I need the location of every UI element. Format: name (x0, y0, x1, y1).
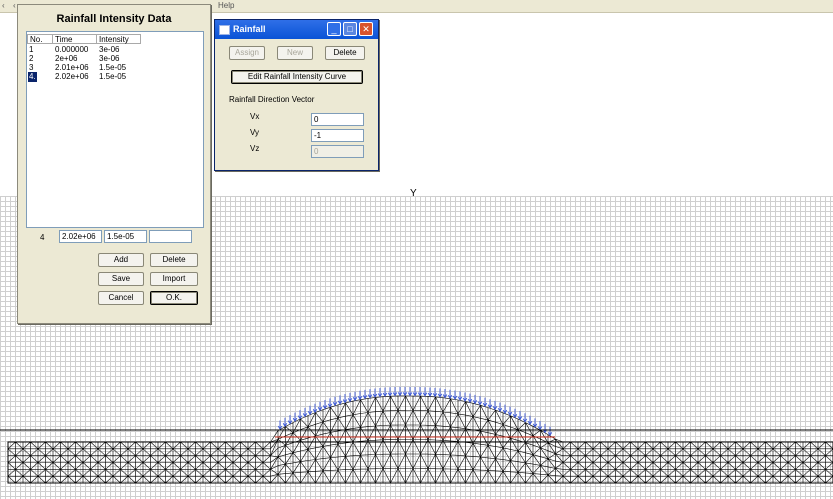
rain-arrow (307, 405, 313, 416)
import-button[interactable]: Import (150, 272, 198, 286)
rain-arrow (542, 423, 548, 434)
rain-arrow (517, 410, 523, 421)
rain-arrow (392, 387, 398, 397)
rain-arrow (527, 415, 533, 426)
rain-arrow (532, 418, 538, 428)
rain-arrow (372, 388, 378, 398)
rain-arrow (347, 392, 353, 403)
menu-item-help[interactable]: Help (218, 1, 234, 10)
rain-arrow (332, 396, 338, 407)
rain-arrow (492, 400, 498, 411)
rain-arrow (337, 395, 343, 405)
rain-arrow (482, 397, 488, 408)
rain-arrow (302, 407, 308, 418)
column-header-time[interactable]: Time (53, 34, 97, 44)
rain-arrow (367, 389, 373, 399)
delete-row-button[interactable]: Delete (150, 253, 198, 267)
vy-label: Vy (250, 128, 260, 137)
rain-arrow (467, 393, 473, 403)
rain-arrow (402, 386, 408, 397)
vx-input[interactable]: 0 (311, 113, 364, 126)
rain-arrow (497, 402, 503, 413)
rain-arrow (462, 392, 468, 402)
minimize-icon[interactable]: _ (327, 22, 341, 36)
rain-arrow (282, 417, 288, 428)
rain-arrow (547, 426, 553, 437)
rain-arrow (397, 386, 403, 397)
rain-arrow (382, 387, 388, 397)
mesh-lines (7, 395, 833, 484)
intensity-list[interactable]: No. Time Intensity 1 0.000000 3e-06 2 2e… (26, 31, 204, 228)
title-bar[interactable]: Rainfall _ □ ✕ (215, 20, 378, 39)
rain-arrow (537, 421, 543, 431)
dialog-title: Rainfall (233, 24, 266, 34)
rain-arrow (287, 415, 293, 425)
rainfall-intensity-dialog: Rainfall Intensity Data No. Time Intensi… (17, 4, 211, 324)
rainfall-dialog: Rainfall _ □ ✕ Assign New Delete Edit Ra… (214, 19, 379, 171)
save-button[interactable]: Save (98, 272, 144, 286)
rain-arrow (427, 387, 433, 397)
rain-arrow (417, 387, 423, 397)
edit-rainfall-curve-button[interactable]: Edit Rainfall Intensity Curve (231, 70, 363, 84)
delete-button[interactable]: Delete (325, 46, 365, 60)
ok-button[interactable]: O.K. (150, 291, 198, 305)
dialog-title: Rainfall Intensity Data (56, 13, 172, 25)
rain-arrow (412, 386, 418, 397)
vy-input[interactable]: -1 (311, 129, 364, 142)
rain-arrow (432, 387, 438, 398)
rain-arrow (317, 401, 323, 412)
rain-arrow (422, 387, 428, 397)
rain-arrow (277, 420, 283, 430)
rain-arrow (472, 394, 478, 405)
rain-arrow (362, 389, 368, 400)
cancel-button[interactable]: Cancel (98, 291, 144, 305)
rain-arrow (437, 388, 443, 398)
rain-arrow (407, 387, 413, 397)
vx-label: Vx (250, 112, 260, 121)
rain-arrow (312, 403, 318, 414)
rain-arrow (442, 388, 448, 399)
close-icon[interactable]: ✕ (359, 22, 373, 36)
section-label: Rainfall Direction Vector (229, 95, 315, 104)
rain-arrow (387, 387, 393, 397)
edit-row-number: 4 (40, 233, 45, 242)
new-button[interactable]: New (277, 46, 313, 60)
row-no: 4. (28, 72, 37, 82)
rain-arrow (327, 398, 333, 408)
rain-arrow (452, 390, 458, 400)
rain-arrow (487, 399, 493, 409)
add-button[interactable]: Add (98, 253, 144, 267)
mesh-triangles (7, 395, 833, 484)
rain-arrow (502, 404, 508, 414)
rain-arrow (522, 413, 528, 423)
menu-item-partial-2[interactable]: ‹ (13, 1, 16, 10)
rain-arrow (377, 387, 383, 398)
vz-label: Vz (250, 144, 260, 153)
rain-arrow (512, 408, 518, 419)
column-header-intensity[interactable]: Intensity (97, 34, 141, 44)
vz-input[interactable]: 0 (311, 145, 364, 158)
maximize-icon[interactable]: □ (343, 22, 357, 36)
rain-arrow (292, 412, 298, 422)
rain-arrow (352, 391, 358, 402)
rain-arrow (357, 390, 363, 401)
row-time: 2.02e+06 (55, 72, 89, 81)
rain-arrow (457, 391, 463, 401)
time-input[interactable]: 2.02e+06 (59, 230, 102, 243)
row-intensity: 1.5e-05 (99, 72, 127, 81)
assign-button[interactable]: Assign (229, 46, 265, 60)
rain-arrow (507, 406, 513, 416)
rain-arrow (342, 394, 348, 404)
window-icon (219, 25, 230, 35)
menu-item-partial-1[interactable]: ‹ (2, 1, 5, 10)
rain-arrow (322, 400, 328, 410)
y-axis-label: Y (410, 188, 417, 199)
column-header-no[interactable]: No. (27, 34, 53, 44)
intensity-input[interactable]: 1.5e-05 (104, 230, 147, 243)
extra-input[interactable] (149, 230, 192, 243)
rain-arrow (447, 389, 453, 400)
rain-arrow (297, 410, 303, 420)
rain-arrow (477, 396, 483, 406)
list-item-selected[interactable]: 4. 2.02e+06 1.5e-05 (27, 72, 203, 82)
